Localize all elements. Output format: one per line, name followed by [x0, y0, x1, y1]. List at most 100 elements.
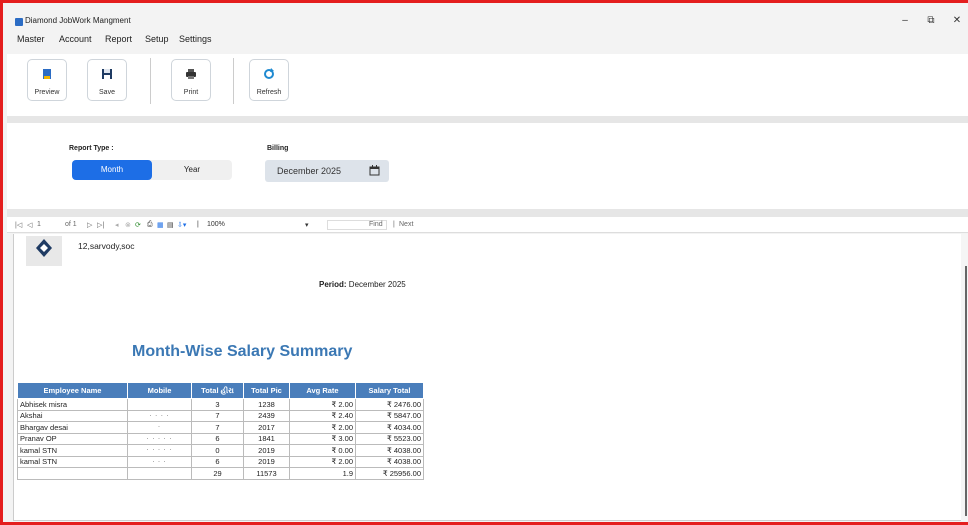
cell: ₹ 4038.00 — [355, 455, 424, 468]
preview-icon — [28, 68, 66, 80]
company-address: 12,sarvody,soc — [78, 241, 135, 251]
cell: ₹ 2.00 — [289, 398, 356, 411]
menu-report[interactable]: Report — [105, 34, 132, 44]
table-row: Akshai · · · · 7 2439 ₹ 2.40 ₹ 5847.00 — [17, 409, 424, 422]
cell: ₹ 4034.00 — [355, 421, 424, 434]
scrollbar-thumb[interactable] — [965, 266, 967, 516]
print-label: Print — [183, 89, 199, 96]
divider-band — [7, 116, 968, 123]
cell: ₹ 2476.00 — [355, 398, 424, 411]
total-cell: 29 — [191, 467, 244, 480]
cell: 6 — [191, 432, 244, 445]
cell: Pranav OP — [17, 432, 128, 445]
table-row: Pranav OP · · · · · 6 1841 ₹ 3.00 ₹ 5523… — [17, 432, 424, 445]
column-header: Mobile — [127, 382, 192, 399]
calendar-icon[interactable] — [369, 165, 380, 178]
company-logo — [26, 236, 62, 266]
preview-label: Preview — [34, 89, 60, 96]
cell: 1238 — [243, 398, 290, 411]
last-page-icon[interactable]: ▷| — [97, 221, 104, 229]
cell: ₹ 4038.00 — [355, 444, 424, 457]
cell: 1841 — [243, 432, 290, 445]
column-header: Employee Name — [17, 382, 128, 399]
menu-bar: Master Account Report Setup Settings — [3, 32, 968, 50]
salary-table: Employee Name Mobile Total હીરા Total Pi… — [17, 382, 424, 480]
cell: kamal STN — [17, 455, 128, 468]
period-line: Period: December 2025 — [319, 280, 406, 289]
divider-band — [7, 209, 968, 217]
cell: · · · · · — [127, 432, 192, 445]
report-page: 12,sarvody,soc Period: December 2025 Mon… — [13, 234, 961, 521]
menu-account[interactable]: Account — [59, 34, 92, 44]
cell: 2439 — [243, 409, 290, 422]
next-page-icon[interactable]: ▷ — [87, 221, 92, 229]
refresh-icon — [250, 68, 288, 80]
table-row: Abhisek misra 3 1238 ₹ 2.00 ₹ 2476.00 — [17, 398, 424, 411]
page-number-input[interactable]: 1 — [37, 221, 41, 228]
cell: · · · · — [127, 409, 192, 422]
stop-icon[interactable]: ⊗ — [125, 221, 131, 229]
cell: Bhargav desai — [17, 421, 128, 434]
toolbar-divider: | — [197, 221, 199, 228]
period-value: December 2025 — [348, 280, 406, 289]
page-setup-icon[interactable]: ▤ — [167, 221, 174, 229]
menu-master[interactable]: Master — [17, 34, 45, 44]
cell: ₹ 2.00 — [289, 421, 356, 434]
parameter-panel: Report Type : Month Year Billing Decembe… — [7, 123, 968, 209]
next-link[interactable]: Next — [399, 221, 413, 228]
table-header-row: Employee Name Mobile Total હીરા Total Pi… — [17, 382, 424, 399]
printer-icon — [172, 68, 210, 80]
menu-settings[interactable]: Settings — [179, 34, 212, 44]
title-bar: Diamond JobWork Mangment – ⧉ ✕ — [3, 3, 968, 33]
print-layout-icon[interactable]: ▦ — [157, 221, 164, 229]
refresh-label: Refresh — [256, 89, 282, 96]
report-type-label: Report Type : — [69, 145, 114, 152]
print-report-icon[interactable]: ⎙ — [147, 221, 153, 229]
page-count: of 1 — [65, 221, 77, 228]
cell: · · · — [127, 455, 192, 468]
cell: 2019 — [243, 455, 290, 468]
cell: ₹ 2.40 — [289, 409, 356, 422]
export-icon[interactable]: ⇩▾ — [177, 221, 186, 229]
preview-button[interactable]: Preview — [27, 59, 67, 101]
find-link[interactable]: Find — [369, 221, 383, 228]
period-label: Period: — [319, 280, 347, 289]
refresh-report-icon[interactable]: ⟳ — [135, 221, 141, 229]
save-button[interactable]: Save — [87, 59, 127, 101]
report-viewer-toolbar: |◁ ◁ 1 of 1 ▷ ▷| ◂ ⊗ ⟳ ⎙ ▦ ▤ ⇩▾ | 100% ▾… — [7, 217, 968, 233]
year-toggle[interactable]: Year — [152, 160, 232, 180]
toolbar-separator — [150, 58, 151, 104]
toolbar-separator — [233, 58, 234, 104]
refresh-button[interactable]: Refresh — [249, 59, 289, 101]
month-toggle[interactable]: Month — [72, 160, 152, 180]
maximize-button[interactable]: ⧉ — [921, 15, 941, 26]
zoom-dropdown-icon[interactable]: ▾ — [305, 221, 309, 229]
menu-setup[interactable]: Setup — [145, 34, 169, 44]
cell — [127, 467, 192, 480]
report-title: Month-Wise Salary Summary — [132, 343, 353, 360]
cell: 7 — [191, 421, 244, 434]
total-cell: 1.9 — [289, 467, 356, 480]
first-page-icon[interactable]: |◁ — [15, 221, 22, 229]
cell — [17, 467, 128, 480]
cell: 2017 — [243, 421, 290, 434]
app-window: Diamond JobWork Mangment – ⧉ ✕ Master Ac… — [0, 0, 968, 525]
print-button[interactable]: Print — [171, 59, 211, 101]
find-divider: | — [393, 221, 395, 228]
close-button[interactable]: ✕ — [947, 15, 967, 26]
prev-page-icon[interactable]: ◁ — [27, 221, 32, 229]
back-icon[interactable]: ◂ — [115, 221, 119, 229]
cell: 2019 — [243, 444, 290, 457]
column-header: Salary Total — [355, 382, 424, 399]
cell: Akshai — [17, 409, 128, 422]
minimize-button[interactable]: – — [895, 15, 915, 26]
app-icon — [15, 18, 23, 26]
zoom-select[interactable]: 100% — [207, 221, 225, 228]
total-cell: ₹ 25956.00 — [355, 467, 424, 480]
save-label: Save — [99, 89, 115, 96]
table-row: kamal STN · · · 6 2019 ₹ 2.00 ₹ 4038.00 — [17, 455, 424, 468]
table-row: Bhargav desai · 7 2017 ₹ 2.00 ₹ 4034.00 — [17, 421, 424, 434]
billing-date-picker[interactable]: December 2025 — [265, 160, 389, 182]
billing-label: Billing — [267, 145, 289, 152]
save-icon — [88, 68, 126, 80]
